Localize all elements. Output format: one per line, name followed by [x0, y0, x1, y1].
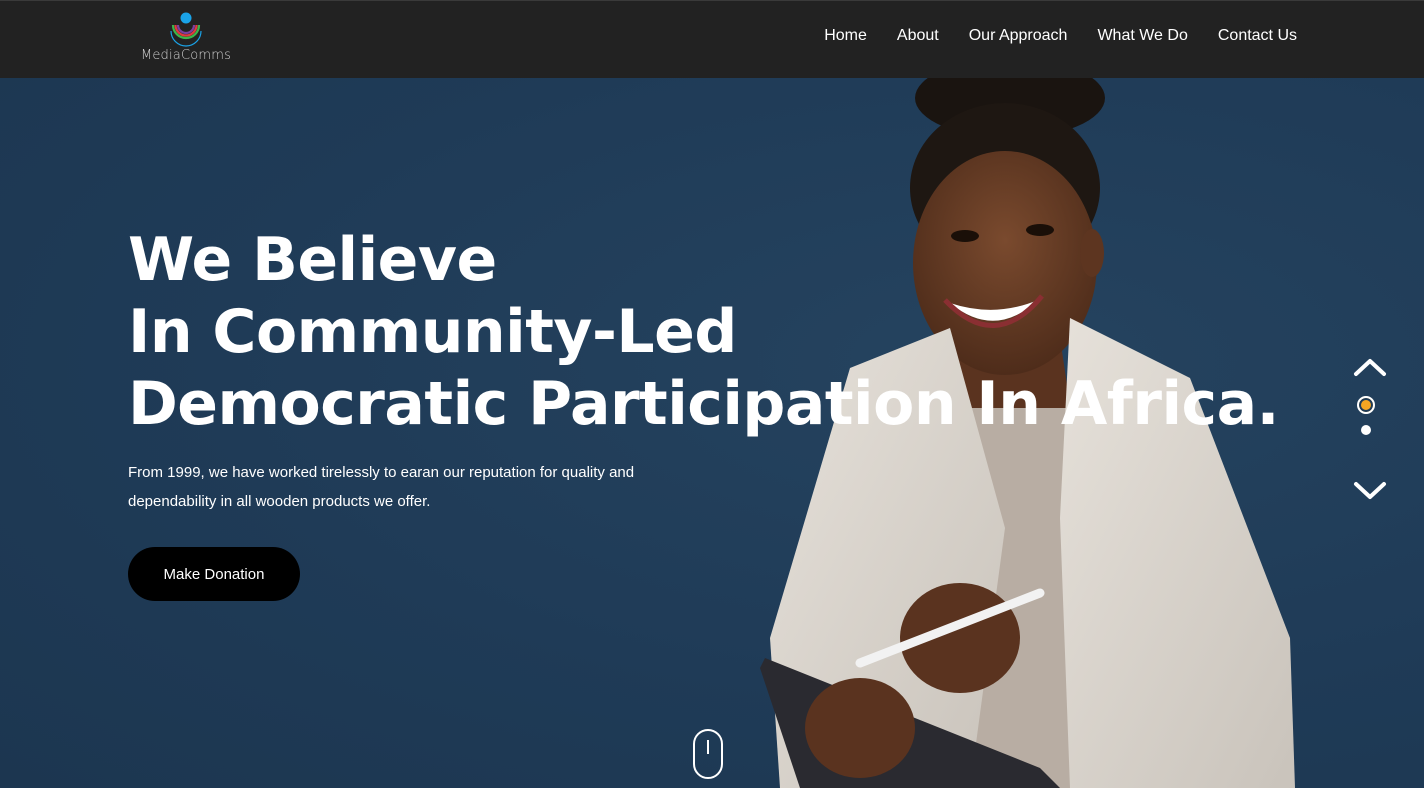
chevron-down-icon[interactable]	[1352, 478, 1388, 502]
nav-what-we-do[interactable]: What We Do	[1097, 27, 1187, 44]
top-navbar: MediaComms Home About Our Approach What …	[0, 0, 1424, 78]
mouse-scroll-icon[interactable]	[693, 729, 723, 779]
chevron-up-icon[interactable]	[1352, 356, 1388, 380]
main-nav: Home About Our Approach What We Do Conta…	[824, 27, 1297, 45]
make-donation-button[interactable]: Make Donation	[128, 547, 300, 601]
hero-headline: We Believe In Community-Led Democratic P…	[128, 224, 1279, 440]
nav-contact-us[interactable]: Contact Us	[1218, 27, 1297, 44]
logo-mark-icon	[170, 12, 202, 47]
headline-line-3: Democratic Participation In Africa.	[128, 369, 1279, 439]
slider-dot-active[interactable]	[1357, 396, 1375, 414]
nav-about[interactable]: About	[897, 27, 939, 44]
nav-home[interactable]: Home	[824, 27, 867, 44]
hero-section: We Believe In Community-Led Democratic P…	[0, 78, 1424, 788]
brand-logo[interactable]: MediaComms	[138, 11, 234, 69]
brand-name: MediaComms	[140, 48, 232, 63]
slider-dot[interactable]	[1361, 425, 1371, 435]
mouse-wheel	[707, 740, 709, 754]
nav-our-approach[interactable]: Our Approach	[969, 27, 1068, 44]
headline-line-2: In Community-Led	[128, 297, 737, 367]
hero-subtext: From 1999, we have worked tirelessly to …	[128, 464, 635, 510]
headline-line-1: We Believe	[128, 225, 497, 295]
